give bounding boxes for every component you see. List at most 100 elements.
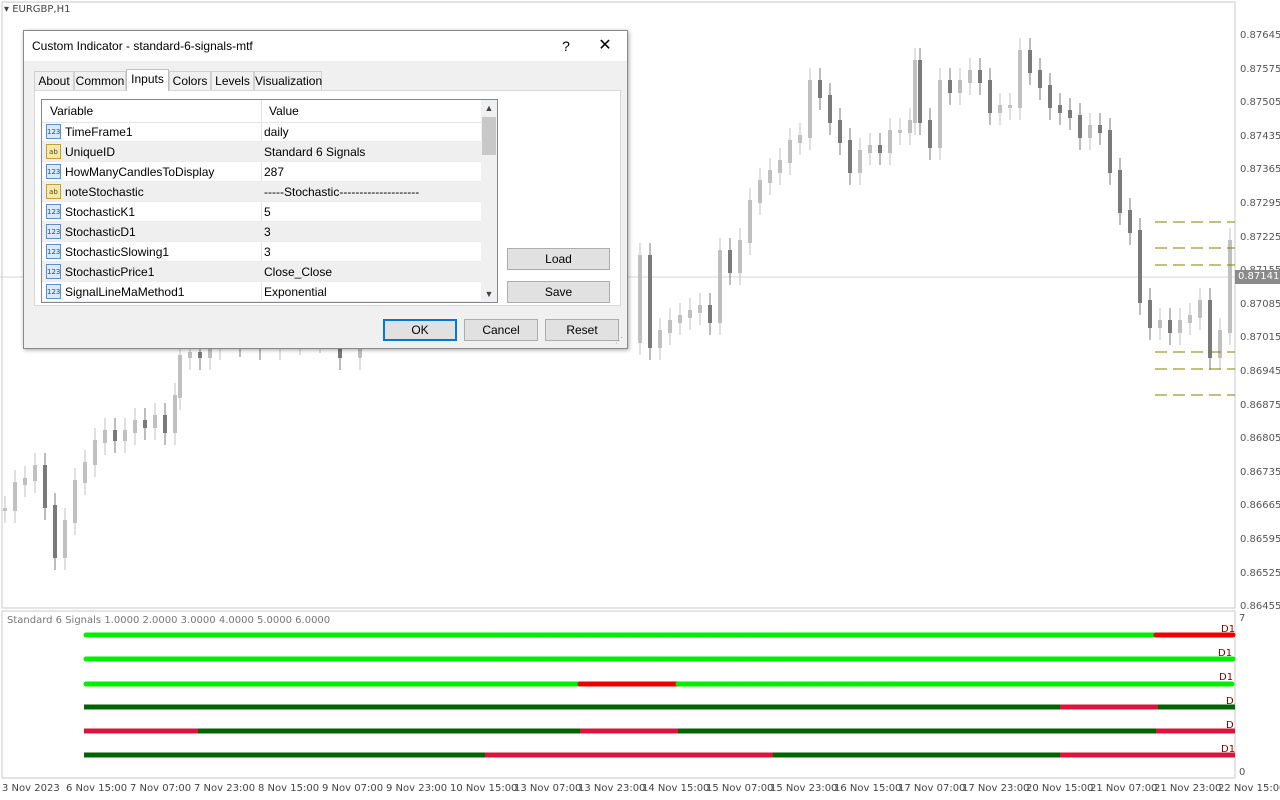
input-value[interactable]: daily	[264, 122, 289, 142]
candle-body	[178, 355, 182, 398]
input-value[interactable]: -----Stochastic--------------------	[264, 182, 419, 202]
input-variable-name: StochasticPrice1	[65, 265, 155, 279]
input-row-uniqueid[interactable]: ab UniqueID Standard 6 Signals	[42, 142, 481, 162]
grid-scrollbar[interactable]: ▲ ▼	[481, 100, 497, 302]
candle-body	[648, 255, 652, 348]
time-tick-label: 9 Nov 23:00	[386, 783, 448, 794]
signal-line-label: D	[1226, 696, 1234, 707]
candle-body	[33, 465, 37, 481]
candle-body	[1148, 300, 1152, 328]
time-tick-label: 17 Nov 07:00	[898, 783, 966, 794]
candle-body	[698, 305, 702, 313]
input-row-stochastick1[interactable]: 123 StochasticK1 5	[42, 202, 481, 222]
input-variable-name: SignalLineMaMethod1	[65, 285, 185, 299]
candle-body	[658, 330, 662, 348]
close-button[interactable]: ✕	[590, 34, 620, 58]
input-row-notestochastic[interactable]: ab noteStochastic -----Stochastic---------…	[42, 182, 481, 202]
candle-body	[113, 430, 117, 441]
cancel-button[interactable]: Cancel	[464, 319, 538, 341]
input-variable-name: StochasticSlowing1	[65, 245, 170, 259]
price-tick-label: 0.86875	[1240, 399, 1280, 411]
input-row-stochasticprice1[interactable]: 123 StochasticPrice1 Close_Close	[42, 262, 481, 282]
time-tick-label: 17 Nov 23:00	[962, 783, 1030, 794]
load-button[interactable]: Load	[507, 248, 610, 270]
inputs-grid[interactable]: Variable Value 123 TimeFrame1 daily ab Uniqu…	[41, 99, 498, 303]
candle-body	[1108, 130, 1112, 173]
price-tick-label: 0.87295	[1240, 198, 1280, 209]
save-button[interactable]: Save	[507, 281, 610, 303]
time-tick-label: 15 Nov 23:00	[770, 783, 838, 794]
resize-grip-icon[interactable]: ⋰	[615, 336, 625, 346]
scroll-thumb[interactable]	[482, 117, 496, 155]
input-value[interactable]: Exponential	[264, 282, 327, 302]
candle-body	[938, 80, 942, 148]
price-tick-label: 0.87645	[1240, 30, 1280, 41]
price-tick-label: 0.87085	[1240, 298, 1280, 310]
candle-body	[718, 250, 722, 323]
price-tick-label: 0.86455	[1240, 601, 1280, 613]
candle-body	[778, 160, 782, 173]
symbol-text: EURGBP,H1	[12, 4, 71, 15]
signal-line-label: D	[1226, 720, 1234, 731]
tab-colors[interactable]: Colors	[169, 71, 211, 90]
candle-body	[1218, 330, 1222, 358]
candle-body	[1058, 105, 1062, 113]
candle-body	[1068, 110, 1072, 118]
dialog-titlebar[interactable]: Custom Indicator - standard-6-signals-mt…	[24, 31, 627, 61]
candle-body	[928, 120, 932, 148]
input-value[interactable]: 5	[264, 202, 271, 222]
chart-symbol-label: ▾ EURGBP,H1	[4, 4, 71, 15]
time-tick-label: 13 Nov 23:00	[578, 783, 646, 794]
price-tick-label: 0.86735	[1240, 466, 1280, 478]
candle-body	[1158, 320, 1162, 328]
input-row-signallinemamethod1[interactable]: 123 SignalLineMaMethod1 Exponential	[42, 282, 481, 302]
price-tick-label: 0.86945	[1240, 366, 1280, 377]
input-row-stochasticslowing1[interactable]: 123 StochasticSlowing1 3	[42, 242, 481, 262]
input-value[interactable]: Close_Close	[264, 262, 332, 282]
column-header-value[interactable]: Value	[261, 100, 481, 122]
number-type-icon: 123	[46, 164, 61, 179]
price-tick-label: 0.87015	[1240, 332, 1280, 344]
help-button[interactable]: ?	[554, 34, 578, 58]
candle-body	[998, 105, 1002, 113]
price-tick-label: 0.87505	[1240, 97, 1280, 109]
tab-common[interactable]: Common	[74, 71, 126, 90]
candle-body	[1018, 50, 1022, 108]
candle-body	[878, 145, 882, 153]
price-tick-label: 0.87575	[1240, 63, 1280, 75]
input-row-timeframe1[interactable]: 123 TimeFrame1 daily	[42, 122, 481, 142]
input-value[interactable]: 3	[264, 242, 271, 262]
input-value[interactable]: 287	[264, 162, 284, 182]
reset-button[interactable]: Reset	[545, 319, 619, 341]
candle-body	[1138, 230, 1142, 303]
tab-about[interactable]: About	[34, 71, 74, 90]
scroll-down-icon[interactable]: ▼	[481, 286, 497, 302]
input-row-stochasticd1[interactable]: 123 StochasticD1 3	[42, 222, 481, 242]
current-price-tag: 0.87141	[1235, 270, 1280, 284]
column-header-variable[interactable]: Variable	[42, 100, 261, 122]
price-tick-label: 0.87435	[1240, 130, 1280, 142]
input-variable-name: StochasticD1	[65, 225, 136, 239]
tab-visualization[interactable]: Visualization	[254, 71, 322, 90]
input-value[interactable]: Standard 6 Signals	[264, 142, 365, 162]
ok-button[interactable]: OK	[383, 319, 457, 341]
price-tick-label: 0.86525	[1240, 567, 1280, 579]
candle-body	[838, 120, 842, 143]
input-variable-name: UniqueID	[65, 145, 116, 159]
input-value[interactable]: 3	[264, 222, 271, 242]
number-type-icon: 123	[46, 124, 61, 139]
candle-body	[1048, 85, 1052, 108]
candle-body	[53, 505, 57, 558]
subwindow-title: Standard 6 Signals 1.0000 2.0000 3.0000 …	[7, 615, 331, 626]
time-tick-label: 15 Nov 07:00	[706, 783, 774, 794]
signal-line-label: D1	[1221, 624, 1236, 635]
tab-inputs[interactable]: Inputs	[126, 69, 169, 91]
candle-body	[1088, 125, 1092, 138]
tab-levels[interactable]: Levels	[211, 71, 254, 90]
time-tick-label: 6 Nov 15:00	[66, 783, 128, 794]
input-row-howmanycandlestodisplay[interactable]: 123 HowManyCandlesToDisplay 287	[42, 162, 481, 182]
candle-body	[788, 140, 792, 163]
candle-body	[1188, 315, 1192, 323]
candle-body	[968, 70, 972, 83]
scroll-up-icon[interactable]: ▲	[481, 100, 497, 116]
